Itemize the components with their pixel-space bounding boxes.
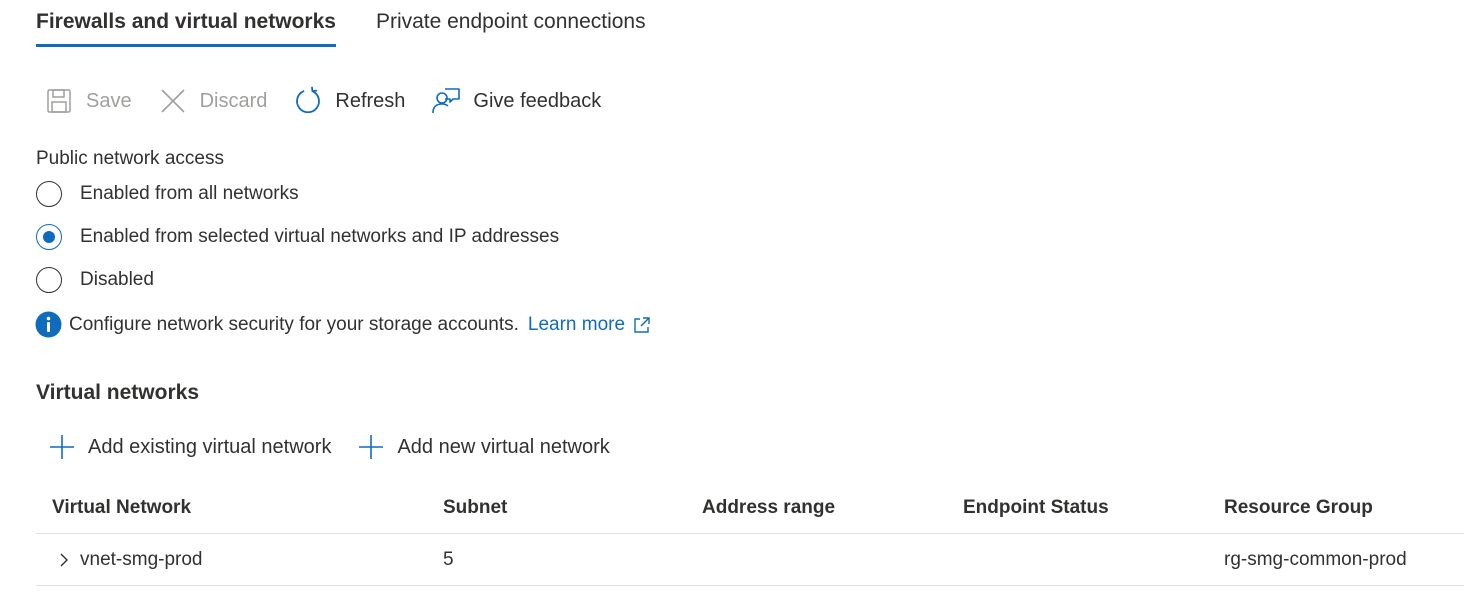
column-header-resource-group[interactable]: Resource Group <box>1224 483 1373 533</box>
add-existing-virtual-network-button[interactable]: Add existing virtual network <box>48 433 331 461</box>
info-icon <box>35 311 62 338</box>
radio-label: Enabled from selected virtual networks a… <box>80 226 560 247</box>
add-new-virtual-network-button[interactable]: Add new virtual network <box>357 433 610 461</box>
discard-label: Discard <box>199 89 268 112</box>
virtual-network-cell: vnet-smg-prod <box>56 534 203 585</box>
radio-circle[interactable] <box>36 267 62 293</box>
virtual-networks-heading: Virtual networks <box>36 381 199 404</box>
give-feedback-label: Give feedback <box>473 89 602 112</box>
add-new-label: Add new virtual network <box>397 435 610 458</box>
radio-dot <box>43 231 55 243</box>
radio-enabled-selected-networks[interactable]: Enabled from selected virtual networks a… <box>36 224 559 250</box>
add-existing-label: Add existing virtual network <box>88 435 332 458</box>
refresh-button[interactable]: Refresh <box>293 86 405 116</box>
chevron-right-icon[interactable] <box>56 552 72 568</box>
save-button[interactable]: Save <box>44 86 132 116</box>
save-icon <box>44 86 74 116</box>
close-icon <box>158 86 188 116</box>
resource-group-cell: rg-smg-common-prod <box>1224 548 1407 570</box>
radio-circle-selected[interactable] <box>36 224 62 250</box>
info-message: Configure network security for your stor… <box>35 311 651 338</box>
info-text: Configure network security for your stor… <box>69 313 519 335</box>
feedback-icon <box>431 86 461 116</box>
tab-bar: Firewalls and virtual networks Private e… <box>36 0 646 50</box>
learn-more-label: Learn more <box>527 313 626 335</box>
discard-button[interactable]: Discard <box>158 86 268 116</box>
refresh-icon <box>293 86 323 116</box>
give-feedback-button[interactable]: Give feedback <box>431 86 601 116</box>
plus-icon <box>50 435 74 459</box>
subnet-cell: 5 <box>443 548 454 570</box>
radio-label: Disabled <box>80 269 154 290</box>
plus-icon <box>359 435 384 459</box>
radio-enabled-all-networks[interactable]: Enabled from all networks <box>36 181 299 207</box>
learn-more-link[interactable]: Learn more <box>528 314 651 336</box>
tab-private-endpoint-connections[interactable]: Private endpoint connections <box>376 0 646 50</box>
virtual-network-name: vnet-smg-prod <box>80 548 203 570</box>
save-label: Save <box>86 89 132 112</box>
table-header: Virtual Network Subnet Address range End… <box>36 483 1464 534</box>
virtual-networks-command-bar: Add existing virtual network Add new vir… <box>48 429 636 465</box>
command-bar: Save Discard Refresh Give feedback <box>44 82 627 120</box>
tab-firewalls-and-virtual-networks[interactable]: Firewalls and virtual networks <box>36 0 336 50</box>
column-header-address-range[interactable]: Address range <box>702 483 835 533</box>
column-header-virtual-network[interactable]: Virtual Network <box>52 483 191 533</box>
radio-disabled[interactable]: Disabled <box>36 267 154 293</box>
table-row[interactable]: vnet-smg-prod 5 rg-smg-common-prod <box>36 534 1464 586</box>
public-network-access-label: Public network access <box>36 148 224 169</box>
column-header-endpoint-status[interactable]: Endpoint Status <box>963 483 1109 533</box>
radio-label: Enabled from all networks <box>80 183 299 204</box>
refresh-label: Refresh <box>335 89 406 112</box>
external-link-icon <box>634 316 650 333</box>
radio-circle[interactable] <box>36 181 62 207</box>
virtual-networks-table: Virtual Network Subnet Address range End… <box>36 483 1464 586</box>
column-header-subnet[interactable]: Subnet <box>443 483 507 533</box>
